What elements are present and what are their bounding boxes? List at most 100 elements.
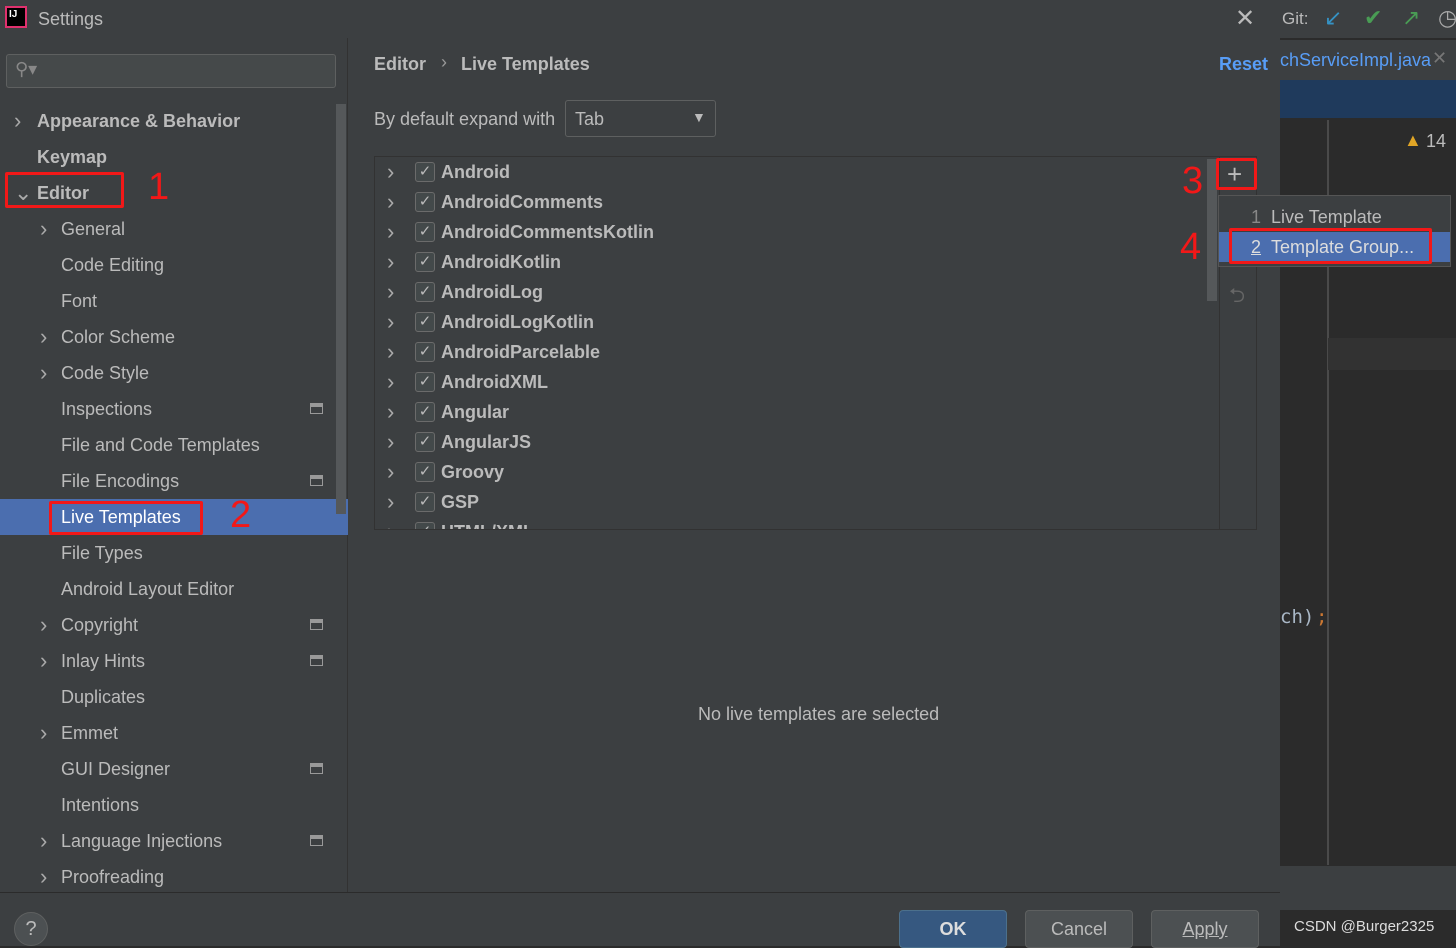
template-group-row[interactable]: › ✓ AndroidComments — [375, 187, 1215, 217]
sidebar-item-copyright[interactable]: › Copyright — [0, 607, 348, 643]
sidebar-item-language-injections[interactable]: › Language Injections — [0, 823, 348, 859]
project-settings-icon — [310, 655, 323, 666]
warning-count: 14 — [1426, 131, 1447, 151]
search-icon: ⚲▾ — [15, 59, 38, 79]
checkbox[interactable]: ✓ — [415, 252, 435, 272]
breadcrumb-editor[interactable]: Editor — [374, 54, 426, 75]
template-group-row[interactable]: › ✓ AndroidLog — [375, 277, 1215, 307]
checkbox[interactable]: ✓ — [415, 462, 435, 482]
chevron-right-icon[interactable]: › — [387, 247, 394, 277]
template-group-row[interactable]: › ✓ AndroidXML — [375, 367, 1215, 397]
checkbox[interactable]: ✓ — [415, 492, 435, 512]
sidebar-item-label: File and Code Templates — [61, 435, 260, 455]
checkbox[interactable]: ✓ — [415, 432, 435, 452]
sidebar-item-color-scheme[interactable]: › Color Scheme — [0, 319, 348, 355]
template-group-row[interactable]: › ✓ Angular — [375, 397, 1215, 427]
chevron-right-icon[interactable]: › — [40, 319, 47, 355]
sidebar-item-file-types[interactable]: File Types — [0, 535, 348, 571]
sidebar-item-inspections[interactable]: Inspections — [0, 391, 348, 427]
sidebar-item-label: Keymap — [37, 147, 108, 167]
chevron-right-icon[interactable]: › — [40, 715, 47, 751]
chevron-right-icon[interactable]: › — [387, 367, 394, 397]
sidebar-item-intentions[interactable]: Intentions — [0, 787, 348, 823]
sidebar-item-keymap[interactable]: Keymap — [0, 139, 348, 175]
help-button[interactable]: ? — [14, 912, 48, 946]
template-group-row[interactable]: › ✓ GSP — [375, 487, 1215, 517]
sidebar-item-android-layout-editor[interactable]: Android Layout Editor — [0, 571, 348, 607]
template-group-row[interactable]: › ✓ AngularJS — [375, 427, 1215, 457]
sidebar-item-gui-designer[interactable]: GUI Designer — [0, 751, 348, 787]
sidebar-item-proofreading[interactable]: › Proofreading — [0, 859, 348, 895]
sidebar-item-file-and-code-templates[interactable]: File and Code Templates — [0, 427, 348, 463]
chevron-right-icon[interactable]: › — [14, 103, 21, 139]
reset-link[interactable]: Reset — [1219, 54, 1268, 75]
git-commit-icon[interactable]: ✔ — [1364, 5, 1382, 31]
template-group-label: AndroidKotlin — [441, 252, 561, 272]
chevron-right-icon[interactable]: › — [40, 607, 47, 643]
checkbox[interactable]: ✓ — [415, 222, 435, 242]
checkbox[interactable]: ✓ — [415, 522, 435, 529]
cancel-button[interactable]: Cancel — [1025, 910, 1133, 948]
template-group-row[interactable]: › ✓ Android — [375, 157, 1215, 187]
breadcrumb-separator: › — [441, 52, 447, 72]
chevron-right-icon[interactable]: › — [387, 277, 394, 307]
close-icon[interactable]: ✕ — [1235, 4, 1255, 33]
expand-select[interactable]: Tab ▼ — [565, 100, 716, 137]
annotation-3: 3 — [1182, 160, 1204, 202]
chevron-right-icon[interactable]: › — [387, 487, 394, 517]
git-update-icon[interactable]: ↙ — [1324, 5, 1342, 31]
sidebar-item-appearance-behavior[interactable]: › Appearance & Behavior — [0, 103, 348, 139]
restore-icon[interactable]: ⮌ — [1229, 281, 1245, 315]
chevron-right-icon[interactable]: › — [387, 187, 394, 217]
sidebar-item-code-editing[interactable]: Code Editing — [0, 247, 348, 283]
apply-button[interactable]: Apply — [1151, 910, 1259, 948]
chevron-right-icon[interactable]: › — [40, 643, 47, 679]
search-input[interactable]: ⚲▾ — [6, 54, 336, 88]
chevron-right-icon[interactable]: › — [387, 307, 394, 337]
annotation-1: 1 — [148, 166, 170, 208]
checkbox[interactable]: ✓ — [415, 192, 435, 212]
template-group-row[interactable]: › ✓ HTML/XML — [375, 517, 1215, 529]
sidebar-item-duplicates[interactable]: Duplicates — [0, 679, 348, 715]
template-group-label: Groovy — [441, 462, 505, 482]
template-group-row[interactable]: › ✓ Groovy — [375, 457, 1215, 487]
close-tab-icon[interactable]: ✕ — [1432, 48, 1447, 69]
checkbox[interactable]: ✓ — [415, 312, 435, 332]
chevron-right-icon[interactable]: › — [387, 157, 394, 187]
history-icon[interactable]: ◷ — [1438, 5, 1456, 31]
chevron-right-icon[interactable]: › — [40, 211, 47, 247]
checkbox[interactable]: ✓ — [415, 342, 435, 362]
sidebar-item-label: Appearance & Behavior — [37, 111, 241, 131]
chevron-right-icon[interactable]: › — [40, 823, 47, 859]
checkbox[interactable]: ✓ — [415, 282, 435, 302]
template-group-row[interactable]: › ✓ AndroidParcelable — [375, 337, 1215, 367]
sidebar-item-font[interactable]: Font — [0, 283, 348, 319]
chevron-right-icon[interactable]: › — [40, 355, 47, 391]
app-logo-icon: IJ — [5, 6, 27, 28]
sidebar-item-code-style[interactable]: › Code Style — [0, 355, 348, 391]
chevron-right-icon[interactable]: › — [40, 859, 47, 895]
chevron-right-icon[interactable]: › — [387, 457, 394, 487]
checkbox[interactable]: ✓ — [415, 162, 435, 182]
sidebar-scrollbar[interactable] — [336, 104, 346, 514]
chevron-right-icon[interactable]: › — [387, 217, 394, 247]
sidebar-item-emmet[interactable]: › Emmet — [0, 715, 348, 751]
template-group-row[interactable]: › ✓ AndroidCommentsKotlin — [375, 217, 1215, 247]
chevron-right-icon[interactable]: › — [387, 397, 394, 427]
chevron-right-icon[interactable]: › — [387, 517, 394, 529]
ok-button[interactable]: OK — [899, 910, 1007, 948]
checkbox[interactable]: ✓ — [415, 402, 435, 422]
template-group-label: GSP — [441, 492, 480, 512]
checkbox[interactable]: ✓ — [415, 372, 435, 392]
sidebar-item-file-encodings[interactable]: File Encodings — [0, 463, 348, 499]
sidebar-item-general[interactable]: › General — [0, 211, 348, 247]
template-group-row[interactable]: › ✓ AndroidKotlin — [375, 247, 1215, 277]
chevron-right-icon[interactable]: › — [387, 427, 394, 457]
template-tree: › ✓ Android › ✓ AndroidComments › ✓ AndroidComme… — [374, 156, 1257, 530]
editor-tab[interactable]: chServiceImpl.java — [1280, 50, 1431, 71]
template-group-row[interactable]: › ✓ AndroidLogKotlin — [375, 307, 1215, 337]
git-push-icon[interactable]: ↗ — [1402, 5, 1420, 31]
sidebar-item-inlay-hints[interactable]: › Inlay Hints — [0, 643, 348, 679]
chevron-right-icon[interactable]: › — [387, 337, 394, 367]
help-label: ? — [25, 918, 37, 940]
